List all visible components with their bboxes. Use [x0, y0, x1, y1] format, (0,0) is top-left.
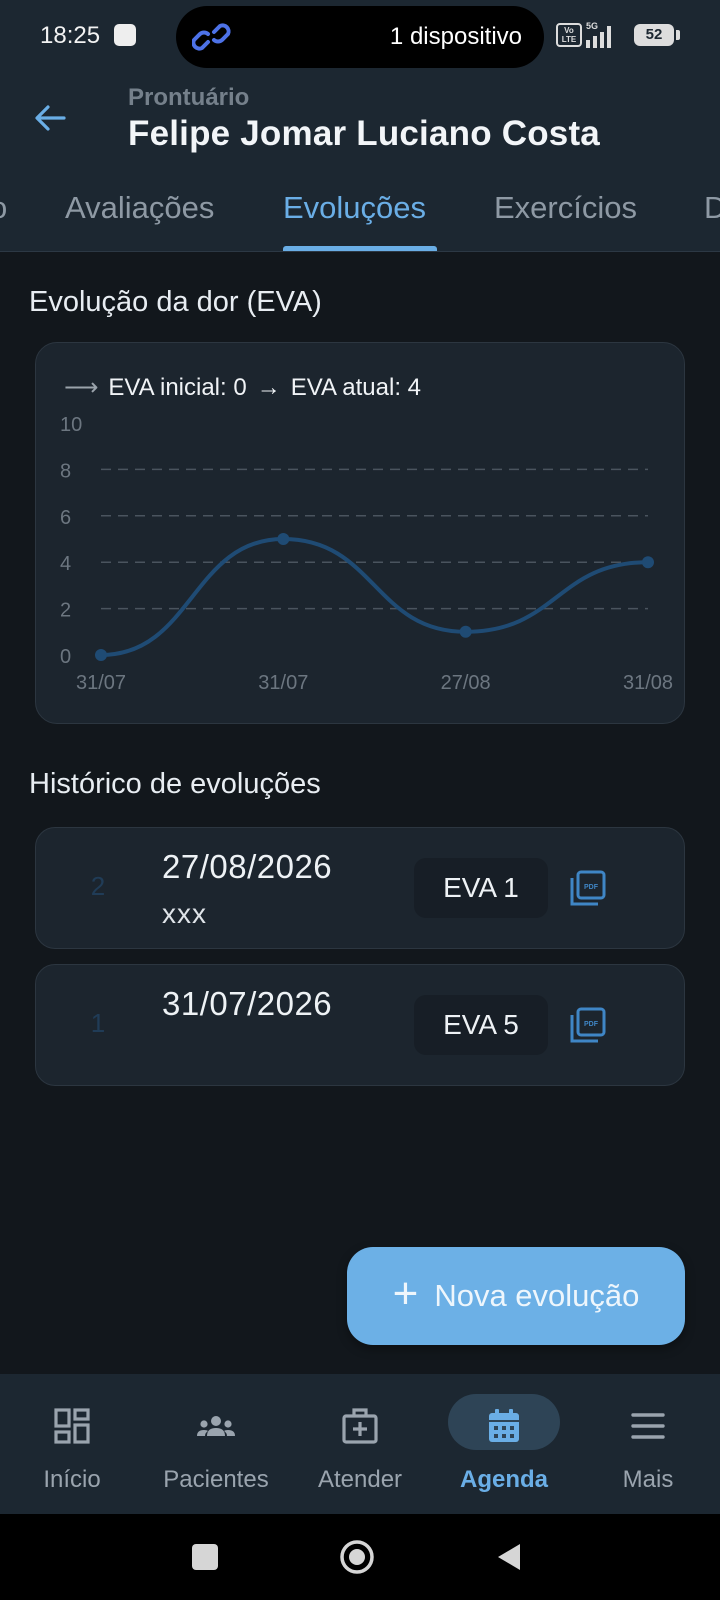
link-icon	[192, 23, 231, 51]
data-point	[642, 556, 654, 569]
y-tick-label: 2	[60, 600, 71, 622]
y-tick-label: 6	[60, 507, 71, 529]
tab-bar: o Avaliações Evoluções Exercícios D	[0, 186, 720, 252]
x-tick-label: 27/08	[441, 672, 491, 694]
evolution-number: 1	[90, 1008, 106, 1038]
medical-kit-icon	[342, 1408, 378, 1444]
svg-text:PDF: PDF	[584, 1021, 599, 1028]
network-type: 5G	[586, 21, 598, 31]
svg-text:PDF: PDF	[584, 884, 599, 891]
nav-mais[interactable]: Mais	[576, 1374, 720, 1514]
tab-evolucoes[interactable]: Evoluções	[283, 186, 426, 250]
nav-inicio[interactable]: Início	[0, 1374, 144, 1514]
tab-active-indicator	[283, 246, 437, 251]
home-icon[interactable]	[338, 1538, 376, 1576]
x-tick-label: 31/08	[623, 672, 673, 694]
nav-atender[interactable]: Atender	[288, 1374, 432, 1514]
arrow-back-icon	[35, 105, 66, 131]
new-evolution-button[interactable]: + Nova evolução	[347, 1247, 685, 1345]
y-tick-label: 8	[60, 460, 71, 482]
nav-label: Agenda	[459, 1466, 548, 1493]
signal-icon: 5G	[586, 21, 611, 48]
pain-line-chart: 0 2 4 6 8 10 31/07 31/07 27/08 31/08	[60, 414, 673, 694]
data-point	[95, 649, 107, 661]
dashboard-icon	[54, 1408, 90, 1444]
history-section-title: Histórico de evoluções	[29, 768, 321, 800]
evolution-note: xxx	[162, 898, 207, 929]
tab-avaliacoes[interactable]: Avaliações	[65, 186, 214, 250]
new-evolution-label: Nova evolução	[434, 1278, 640, 1313]
x-tick-label: 31/07	[258, 672, 308, 694]
status-icons: Vo LTE 5G 52	[556, 20, 686, 52]
pain-section-title: Evolução da dor (EVA)	[29, 286, 322, 318]
nav-label: Atender	[317, 1466, 403, 1493]
nav-label: Mais	[622, 1466, 674, 1493]
header-subtitle: Prontuário	[128, 84, 250, 111]
battery-tip	[676, 30, 680, 40]
pain-chart-card: ⟶ EVA inicial: 0 → EVA atual: 4 0 2 4 6 8 10 3…	[35, 342, 685, 724]
x-tick-label: 31/07	[76, 672, 126, 694]
y-tick-label: 0	[60, 646, 71, 668]
nav-label: Pacientes	[163, 1466, 269, 1493]
status-time: 18:25	[40, 22, 101, 49]
app-header: 18:25 1 dispositivo Vo LTE 5G 52 Prontuá…	[0, 0, 720, 252]
back-triangle-icon[interactable]	[490, 1538, 528, 1576]
nav-pacientes[interactable]: Pacientes	[144, 1374, 288, 1514]
bottom-navigation: Início Pacientes Atender Agenda Mais	[0, 1374, 720, 1514]
evolution-number: 2	[90, 871, 106, 901]
patient-name: Felipe Jomar Luciano Costa	[128, 114, 600, 153]
notification-icon	[114, 24, 136, 46]
eva-badge: EVA 1	[414, 858, 548, 918]
dynamic-island[interactable]: 1 dispositivo	[176, 6, 544, 68]
tab-partial-left[interactable]: o	[0, 186, 7, 250]
nav-agenda[interactable]: Agenda	[432, 1374, 576, 1514]
system-navigation-bar	[0, 1514, 720, 1600]
series-line	[100, 536, 649, 657]
volte-icon: Vo LTE	[556, 23, 582, 47]
evolution-date: 31/07/2026	[162, 985, 333, 1022]
calendar-icon	[489, 1409, 519, 1442]
data-point	[277, 533, 290, 545]
evolution-date: 27/08/2026	[162, 848, 333, 885]
menu-icon	[631, 1413, 665, 1439]
pdf-icon[interactable]: PDF	[568, 868, 608, 908]
y-tick-label: 10	[60, 414, 82, 436]
eva-badge: EVA 5	[414, 995, 548, 1055]
evolution-item[interactable]: 1 31/07/2026 EVA 5 PDF	[35, 964, 685, 1086]
battery-icon: 52	[634, 24, 674, 46]
y-tick-label: 4	[60, 553, 71, 575]
evolution-item[interactable]: 2 27/08/2026 xxx EVA 1 PDF	[35, 827, 685, 949]
recents-icon[interactable]	[186, 1538, 224, 1576]
nav-label: Início	[43, 1466, 101, 1493]
plus-icon: +	[392, 1269, 419, 1318]
connected-devices-text: 1 dispositivo	[389, 23, 522, 50]
pdf-icon[interactable]: PDF	[568, 1005, 608, 1045]
tab-partial-right[interactable]: D	[704, 186, 720, 250]
people-icon	[197, 1416, 235, 1436]
data-point	[459, 625, 472, 638]
tab-exercicios[interactable]: Exercícios	[494, 186, 637, 250]
back-button[interactable]	[28, 96, 72, 140]
